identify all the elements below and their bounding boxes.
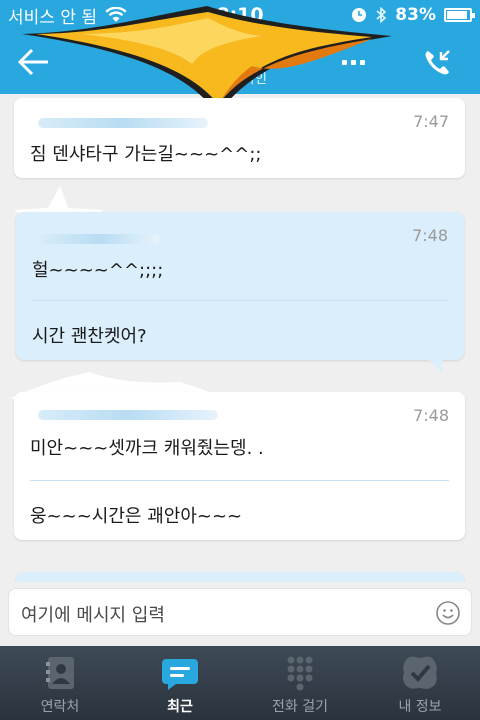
dialpad-icon xyxy=(287,656,313,691)
message-divider xyxy=(32,300,448,301)
bottom-tab-bar: 연락처 최근 전화 걸기 내 정보 xyxy=(0,646,480,720)
input-placeholder: 여기에 메시지 입력 xyxy=(21,605,165,626)
status-bar: 서비스 안 됨 8:10 83% xyxy=(0,0,480,30)
status-right: 83% xyxy=(351,5,475,25)
battery-percent: 83% xyxy=(395,5,436,25)
bluetooth-icon xyxy=(376,6,387,24)
my-info-icon xyxy=(403,656,437,689)
tab-label: 전화 걸기 xyxy=(272,699,328,715)
sender-name-blurred xyxy=(40,234,160,244)
chat-header: ·오프라인 xyxy=(0,30,480,94)
emoji-icon[interactable] xyxy=(435,600,461,626)
tab-contacts[interactable]: 연락처 xyxy=(0,646,120,720)
message-bubble-outgoing[interactable]: 7:48 헐~~~~^^;;;; 시간 괜찬켓어? xyxy=(16,212,464,360)
message-text: 시간 괜찬켓어? xyxy=(32,326,147,347)
message-time: 7:48 xyxy=(412,226,448,245)
message-text: 미안~~~셋까크 캐워줬는뎅. . xyxy=(30,438,264,459)
bubble-tail xyxy=(424,356,442,372)
battery-icon xyxy=(444,8,475,22)
message-input[interactable]: 여기에 메시지 입력 xyxy=(8,588,472,636)
more-options-button[interactable] xyxy=(342,52,366,72)
message-time: 7:47 xyxy=(413,112,449,131)
message-text: 헐~~~~^^;;;; xyxy=(32,260,164,281)
phone-call-icon[interactable] xyxy=(420,46,454,80)
tab-label: 연락처 xyxy=(40,699,80,715)
wifi-icon xyxy=(105,7,127,22)
recent-chat-icon xyxy=(162,659,198,690)
tab-my-info[interactable]: 내 정보 xyxy=(360,646,480,720)
message-text: 웅~~~시간은 괘안아~~~ xyxy=(30,506,243,527)
sender-name-blurred xyxy=(38,410,218,420)
battery-level-fill xyxy=(447,11,467,19)
tab-label: 내 정보 xyxy=(398,699,442,715)
alarm-icon xyxy=(352,8,367,22)
back-arrow-icon[interactable] xyxy=(14,44,54,80)
message-time: 7:48 xyxy=(413,406,449,425)
carrier-label: 서비스 안 됨 xyxy=(8,7,98,28)
message-text: 짐 덴샤타구 가는길~~~^^;; xyxy=(30,144,262,165)
contacts-icon xyxy=(46,657,74,689)
tab-label: 최근 xyxy=(167,699,193,715)
message-bubble-incoming[interactable]: 7:47 짐 덴샤타구 가는길~~~^^;; xyxy=(14,98,465,178)
status-left: 서비스 안 됨 xyxy=(8,3,127,28)
tab-recent[interactable]: 최근 xyxy=(120,646,240,720)
message-bubble-incoming[interactable]: 7:48 미안~~~셋까크 캐워줬는뎅. . 웅~~~시간은 괘안아~~~ xyxy=(14,392,465,540)
contact-status: ·오프라인 xyxy=(215,72,267,87)
message-divider xyxy=(30,480,449,481)
tab-dialpad[interactable]: 전화 걸기 xyxy=(240,646,360,720)
sender-name-blurred xyxy=(38,118,208,128)
